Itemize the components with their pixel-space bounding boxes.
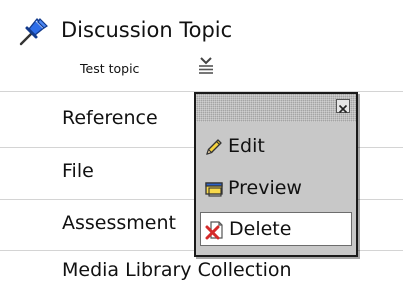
context-menu-popup: Edit Preview Delete xyxy=(194,92,358,257)
menu-item-edit[interactable]: Edit xyxy=(200,130,352,164)
menu-item-label: Edit xyxy=(228,135,265,157)
header-row: Discussion Topic xyxy=(18,14,398,48)
list-item-reference[interactable]: Reference xyxy=(62,107,158,129)
close-icon xyxy=(338,104,348,114)
list-item-file[interactable]: File xyxy=(62,160,94,182)
topic-actions-menu-button[interactable] xyxy=(196,56,216,76)
pushpin-icon xyxy=(19,18,48,46)
menu-item-delete[interactable]: Delete xyxy=(200,212,352,246)
menu-item-label: Delete xyxy=(229,218,292,240)
window-icon xyxy=(205,182,223,197)
menu-item-label: Preview xyxy=(228,177,302,199)
close-button[interactable] xyxy=(336,99,350,114)
page-title: Discussion Topic xyxy=(61,18,233,42)
list-item-media-library-collection[interactable]: Media Library Collection xyxy=(62,259,292,281)
list-item-assessment[interactable]: Assessment xyxy=(62,212,176,234)
pencil-icon xyxy=(206,139,222,155)
topic-title: Test topic xyxy=(80,61,140,76)
delete-document-icon xyxy=(205,221,223,240)
chevron-menu-icon xyxy=(199,57,213,74)
menu-item-preview[interactable]: Preview xyxy=(200,172,352,206)
popup-header xyxy=(196,94,356,122)
